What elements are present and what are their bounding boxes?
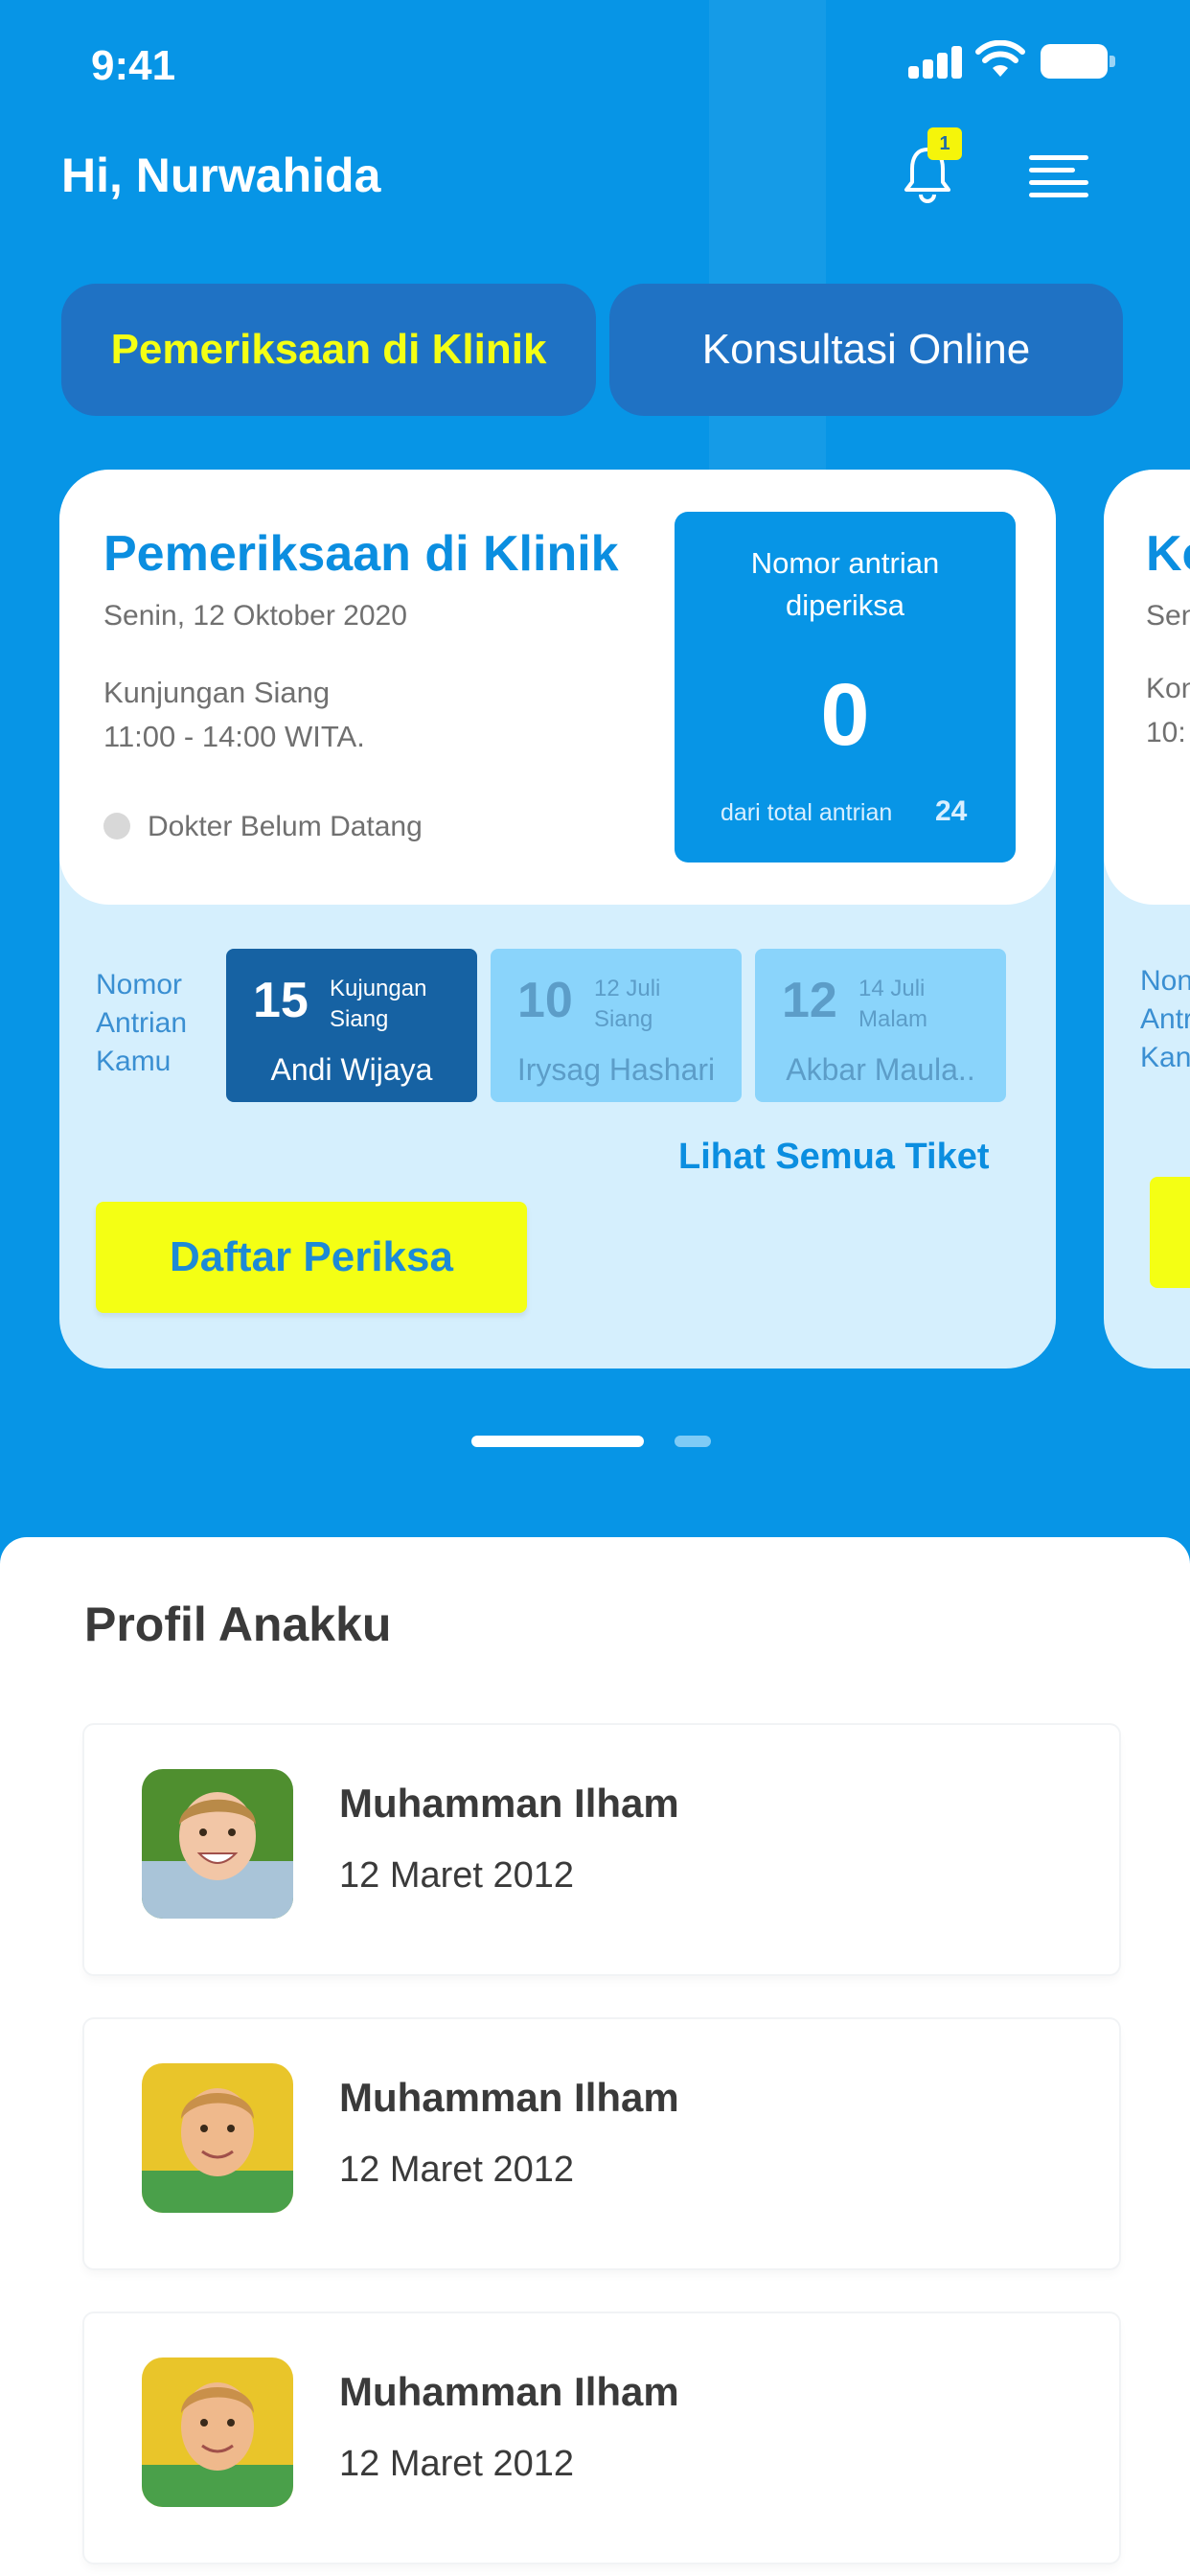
header-area: 9:41 Hi, Nurwahida 1 Pemeriksaan di Klin…: [0, 0, 1190, 1572]
child-name: Muhamman Ilham: [339, 1781, 679, 1826]
visit-info: Kunjungan Siang 11:00 - 14:00 WITA.: [103, 671, 365, 759]
ticket-number: 12: [782, 973, 837, 1028]
tab-pemeriksaan-klinik[interactable]: Pemeriksaan di Klinik: [61, 284, 596, 416]
doctor-status-dot: [103, 813, 130, 840]
peek-card-summary: Ko Sen Kon 10:: [1104, 470, 1190, 905]
visit-type: Kunjungan Siang: [103, 676, 331, 709]
signal-icon: [908, 46, 964, 79]
queue-ticket[interactable]: 10 12 Juli Siang Irysag Hashari: [491, 949, 742, 1102]
ticket-session-line1: 12 Juli: [594, 976, 661, 1001]
ticket-number: 10: [517, 973, 573, 1028]
current-queue-box: Nomor antrian diperiksa 0 dari total ant…: [675, 512, 1016, 862]
ticket-session: 12 Juli Siang: [594, 974, 660, 1035]
tab-konsultasi-online[interactable]: Konsultasi Online: [609, 284, 1123, 416]
ticket-patient-name: Irysag Hashari: [516, 1052, 716, 1087]
queue-label-line2: diperiksa: [785, 588, 905, 622]
child-name: Muhamman Ilham: [339, 2369, 679, 2414]
carousel-indicator[interactable]: [675, 1436, 711, 1447]
clinic-queue-card: Pemeriksaan di Klinik Senin, 12 Oktober …: [59, 470, 1056, 1368]
my-queue-line2: Antrian: [96, 1007, 188, 1039]
my-queue-label: Nomor Antrian Kamu: [96, 966, 187, 1081]
ticket-patient-name: Andi Wijaya: [270, 1052, 433, 1087]
card-title: Pemeriksaan di Klinik: [103, 526, 619, 582]
doctor-status: Dokter Belum Datang: [148, 811, 423, 842]
wifi-icon: [975, 40, 1025, 77]
child-name: Muhamman Ilham: [339, 2075, 679, 2120]
menu-icon[interactable]: [1029, 151, 1088, 197]
child-avatar: [142, 1769, 293, 1919]
ticket-number: 15: [253, 973, 309, 1028]
peek-queue-line2: Antr: [1140, 1003, 1190, 1035]
visit-time: 11:00 - 14:00 WITA.: [103, 720, 365, 753]
my-queue-line1: Nomor: [96, 969, 183, 1000]
ticket-session-line2: Siang: [594, 1006, 653, 1032]
status-time: 9:41: [91, 42, 176, 89]
ticket-session-line2: Malam: [858, 1006, 928, 1032]
notification-badge: 1: [927, 127, 962, 160]
peek-queue-line3: Kan: [1140, 1042, 1190, 1073]
card-date: Senin, 12 Oktober 2020: [103, 600, 407, 632]
ticket-session-line2: Siang: [330, 1006, 389, 1032]
child-avatar: [142, 2358, 293, 2507]
ticket-session-line1: Kujungan: [330, 976, 427, 1001]
queue-total: 24: [935, 795, 968, 827]
my-queue-line3: Kamu: [96, 1046, 172, 1077]
child-avatar: [142, 2063, 293, 2213]
peek-queue-line1: Non: [1140, 965, 1190, 997]
next-card-peek[interactable]: Ko Sen Kon 10: Non Antr Kan: [1104, 470, 1190, 1368]
carousel-indicator-active[interactable]: [471, 1436, 644, 1447]
ticket-patient-name: Akbar Maula..: [786, 1052, 975, 1087]
greeting: Hi, Nurwahida: [61, 149, 381, 202]
queue-label-line1: Nomor antrian: [750, 546, 940, 580]
ticket-session: 14 Juli Malam: [858, 974, 927, 1035]
peek-my-queue-label: Non Antr Kan: [1140, 962, 1190, 1077]
queue-total-label: dari total antrian: [721, 799, 893, 826]
peek-visit-time: 10:: [1146, 717, 1186, 748]
queue-ticket[interactable]: 15 Kujungan Siang Andi Wijaya: [226, 949, 477, 1102]
ticket-session-line1: 14 Juli: [858, 976, 926, 1001]
child-profile-card[interactable]: Muhamman Ilham 12 Maret 2012: [84, 2313, 1119, 2563]
child-birthdate: 12 Maret 2012: [339, 2444, 575, 2484]
peek-register-button[interactable]: [1150, 1177, 1190, 1288]
ticket-session: Kujungan Siang: [330, 974, 426, 1035]
peek-card-title: Ko: [1146, 526, 1190, 582]
card-summary: Pemeriksaan di Klinik Senin, 12 Oktober …: [59, 470, 1056, 905]
section-title: Profil Anakku: [84, 1598, 392, 1651]
child-profile-card[interactable]: Muhamman Ilham 12 Maret 2012: [84, 2019, 1119, 2268]
child-birthdate: 12 Maret 2012: [339, 2150, 575, 2190]
profile-sheet: Profil Anakku Muhamman Ilham 12 Maret 20…: [0, 1537, 1190, 2576]
current-queue-number: 0: [820, 666, 870, 764]
register-checkup-button[interactable]: Daftar Periksa: [96, 1202, 527, 1313]
see-all-tickets-link[interactable]: Lihat Semua Tiket: [678, 1137, 990, 1178]
child-profile-card[interactable]: Muhamman Ilham 12 Maret 2012: [84, 1725, 1119, 1974]
queue-ticket[interactable]: 12 14 Juli Malam Akbar Maula..: [755, 949, 1006, 1102]
child-birthdate: 12 Maret 2012: [339, 1855, 575, 1896]
battery-icon: [1041, 44, 1115, 79]
peek-card-date: Sen: [1146, 600, 1190, 632]
peek-visit-type: Kon: [1146, 673, 1190, 704]
current-queue-label: Nomor antrian diperiksa: [675, 542, 1016, 627]
